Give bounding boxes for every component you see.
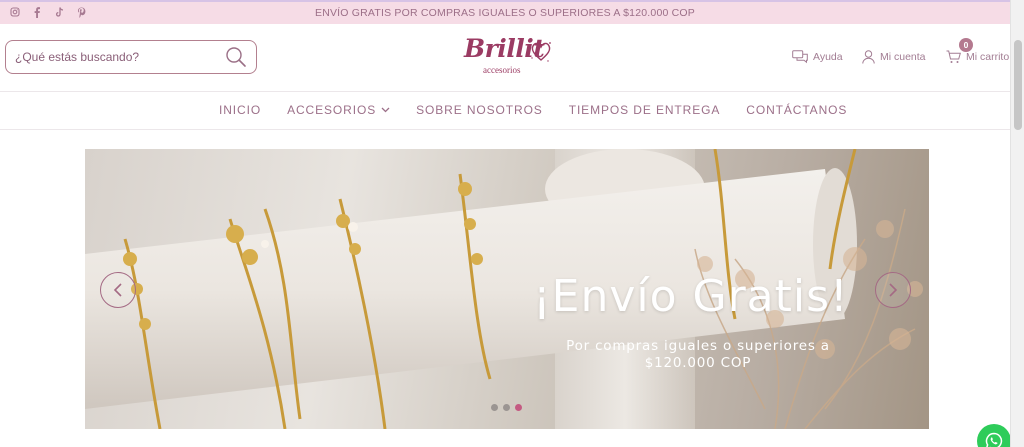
nav-item-contactanos[interactable]: CONTÁCTANOS: [746, 103, 847, 117]
scrollbar-thumb[interactable]: [1014, 40, 1022, 130]
search-icon: [226, 47, 246, 67]
carousel-next-button[interactable]: [875, 272, 911, 308]
account-label: Mi cuenta: [880, 51, 926, 63]
nav-item-inicio[interactable]: INICIO: [219, 103, 261, 117]
whatsapp-button[interactable]: [977, 424, 1011, 447]
nav-item-accesorios[interactable]: ACCESORIOS: [287, 103, 390, 117]
carousel-dot[interactable]: [491, 404, 498, 411]
nav-item-label: INICIO: [219, 103, 262, 117]
cart-icon: [946, 50, 961, 63]
user-icon: [862, 50, 875, 64]
account-link[interactable]: Mi cuenta: [862, 50, 926, 64]
brand-logo[interactable]: Brillit accesorios: [458, 34, 554, 82]
nav-item-label: SOBRE NOSOTROS: [416, 103, 543, 117]
search-input[interactable]: [15, 48, 215, 66]
main-nav: INICIO ACCESORIOS SOBRE NOSOTROS TIEMPOS…: [0, 92, 1010, 130]
search-button[interactable]: [222, 44, 250, 70]
hero-banner[interactable]: ¡Envío Gratis! Por compras iguales o sup…: [85, 149, 929, 429]
chevron-down-icon: [381, 107, 390, 113]
heart-icon: [531, 42, 551, 62]
chevron-left-icon: [113, 283, 122, 297]
help-label: Ayuda: [813, 51, 843, 63]
search-box: [5, 40, 257, 74]
logo-subtitle: accesorios: [483, 65, 521, 75]
nav-item-label: CONTÁCTANOS: [746, 103, 848, 117]
cart-label: Mi carrito: [966, 51, 1010, 63]
nav-item-label: TIEMPOS DE ENTREGA: [568, 103, 721, 117]
chevron-right-icon: [889, 283, 898, 297]
promo-text: ENVÍO GRATIS POR COMPRAS IGUALES O SUPER…: [314, 7, 695, 19]
promo-bar: ENVÍO GRATIS POR COMPRAS IGUALES O SUPER…: [0, 0, 1010, 24]
carousel-dots: [491, 404, 522, 411]
chat-bubbles-icon: [792, 50, 808, 64]
carousel-dot[interactable]: [503, 404, 510, 411]
header: Brillit accesorios Ayuda Mi cuenta Mi ca…: [0, 24, 1010, 92]
nav-item-label: ACCESORIOS: [287, 103, 377, 117]
carousel-prev-button[interactable]: [100, 272, 136, 308]
banner-title: ¡Envío Gratis!: [533, 271, 849, 322]
help-link[interactable]: Ayuda: [792, 50, 843, 64]
cart-count-badge: 0: [959, 38, 973, 52]
whatsapp-icon: [985, 432, 1003, 447]
page-scrollbar[interactable]: [1010, 0, 1024, 447]
nav-item-sobre-nosotros[interactable]: SOBRE NOSOTROS: [416, 103, 543, 117]
nav-item-tiempos-de-entrega[interactable]: TIEMPOS DE ENTREGA: [569, 103, 721, 117]
banner-subtitle: Por compras iguales o superiores a $120.…: [566, 338, 830, 371]
carousel-dot-active[interactable]: [515, 404, 522, 411]
cart-link[interactable]: Mi carrito: [946, 50, 1009, 64]
